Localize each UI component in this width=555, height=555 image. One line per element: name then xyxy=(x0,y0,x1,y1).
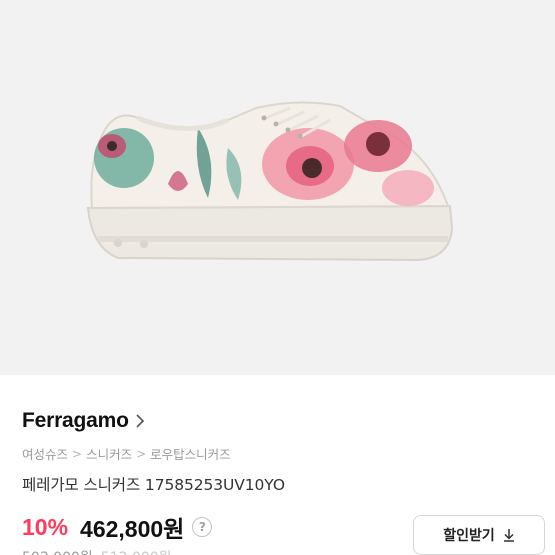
breadcrumb: 여성슈즈 > 스니커즈 > 로우탑스니커즈 xyxy=(22,444,231,463)
download-arrow-icon xyxy=(503,528,515,542)
sale-price: 462,800원 xyxy=(80,516,185,542)
breadcrumb-item-low-top[interactable]: 로우탑스니커즈 xyxy=(150,444,231,463)
original-price-row: 503,000원 512,000원 xyxy=(22,547,172,555)
coupon-button[interactable]: 할인받기 xyxy=(413,515,545,555)
chevron-right-icon xyxy=(135,413,145,429)
breadcrumb-separator: > xyxy=(72,446,83,461)
original-price: 503,000원 xyxy=(22,547,93,555)
brand-link[interactable]: Ferragamo xyxy=(22,409,145,433)
discount-rate: 10% xyxy=(22,513,69,540)
list-price: 512,000원 xyxy=(101,547,172,555)
breadcrumb-separator: > xyxy=(136,446,147,461)
breadcrumb-item-womens-shoes[interactable]: 여성슈즈 xyxy=(22,444,68,463)
price-row: 10% 462,800원 ? xyxy=(22,510,213,544)
sneaker-illustration xyxy=(86,100,453,261)
breadcrumb-item-sneakers[interactable]: 스니커즈 xyxy=(86,444,132,463)
coupon-button-label: 할인받기 xyxy=(443,528,495,544)
question-circle-icon[interactable]: ? xyxy=(192,517,213,537)
brand-name: Ferragamo xyxy=(22,409,129,432)
product-title: 페레가모 스니커즈 17585253UV10YO xyxy=(22,476,285,494)
product-image[interactable] xyxy=(0,0,555,375)
